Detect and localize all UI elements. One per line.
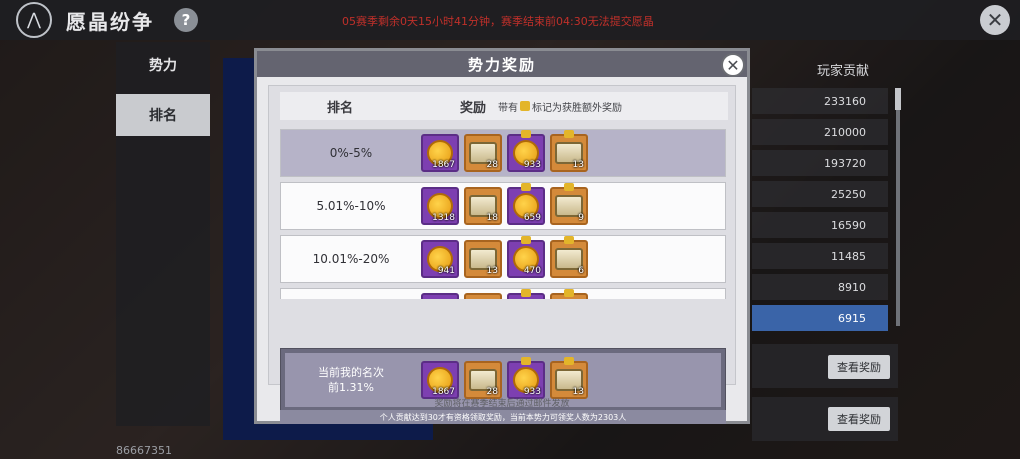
bonus-mark-icon (521, 183, 531, 191)
reward-item[interactable]: 933 (507, 357, 545, 399)
reward-item[interactable]: 941 (421, 240, 459, 278)
reward-item[interactable]: 13 (464, 240, 502, 278)
reward-row (280, 288, 726, 299)
reward-table: 排名 奖励 带有 标记为获胜额外奖励 0%-5% 1867 28 933 13 5.0… (268, 85, 736, 424)
reward-row: 10.01%-20% 941 13 470 6 (280, 235, 726, 283)
my-rank-label: 当前我的名次 前1.31% (281, 365, 421, 395)
reward-table-header: 排名 奖励 带有 标记为获胜额外奖励 (280, 92, 728, 120)
bonus-mark-icon (521, 236, 531, 244)
rank-row: 193720 (752, 150, 888, 176)
reward-item[interactable] (421, 293, 459, 299)
mail-note: 奖励将在赛季结束后通过邮件发放 (434, 399, 570, 409)
reward-item[interactable]: 9 (550, 183, 588, 225)
reward-item[interactable]: 933 (507, 130, 545, 172)
bonus-legend: 带有 标记为获胜额外奖励 (498, 99, 622, 114)
column-reward: 奖励 (460, 100, 487, 116)
side-tab-panel: 势力 排名 (116, 42, 210, 426)
page-title: 愿晶纷争 (66, 9, 154, 34)
reward-item[interactable]: 659 (507, 183, 545, 225)
rank-row-self: 6915 (752, 305, 888, 331)
tab-ranking[interactable]: 排名 (116, 94, 210, 136)
reward-item[interactable] (464, 293, 502, 299)
rank-column-header: 玩家贡献 (816, 63, 869, 79)
item-quantity: 1318 (432, 213, 455, 223)
rank-row: 233160 (752, 88, 888, 114)
rank-row: 210000 (752, 119, 888, 145)
reward-row: 5.01%-10% 1318 18 659 9 (280, 182, 726, 230)
rank-row: 25250 (752, 181, 888, 207)
reward-item[interactable]: 18 (464, 187, 502, 225)
item-quantity: 659 (523, 213, 541, 223)
tab-faction[interactable]: 势力 (116, 44, 210, 86)
bonus-mark-icon (564, 236, 574, 244)
rank-row: 16590 (752, 212, 888, 238)
bonus-mark-icon (521, 357, 531, 365)
faction-reward-dialog: 势力奖励 ✕ 排名 奖励 带有 标记为获胜额外奖励 0%-5% 1867 28 93… (254, 48, 750, 424)
rank-range: 10.01%-20% (312, 252, 390, 266)
close-icon[interactable]: ✕ (980, 5, 1010, 35)
reward-rows[interactable]: 0%-5% 1867 28 933 13 5.01%-10% 1318 18 659 9 1… (280, 129, 726, 299)
reward-item[interactable]: 1867 (421, 134, 459, 172)
reward-item[interactable] (507, 289, 545, 299)
rank-range: 0%-5% (329, 146, 373, 160)
item-quantity: 28 (486, 160, 498, 170)
player-id: 86667351 (116, 444, 172, 457)
reward-item[interactable]: 1867 (421, 361, 459, 399)
bonus-mark-icon (521, 130, 531, 138)
item-quantity: 6 (578, 266, 584, 276)
reward-item[interactable]: 1318 (421, 187, 459, 225)
item-quantity: 470 (523, 266, 541, 276)
eligibility-note: 个人贡献达到30才有资格领取奖励，当前本势力可领奖人数为2303人 (280, 410, 726, 424)
rank-scroll-thumb[interactable] (895, 88, 901, 110)
rank-scrollbar[interactable] (896, 88, 900, 326)
rank-row: 8910 (752, 274, 888, 300)
item-quantity: 9 (578, 213, 584, 223)
dialog-close-icon[interactable]: ✕ (721, 53, 745, 77)
dialog-title: 势力奖励 (257, 51, 747, 77)
reward-item[interactable]: 6 (550, 236, 588, 278)
game-logo-icon: ⋀ (16, 2, 52, 38)
column-rank: 排名 (326, 100, 353, 116)
bonus-mark-icon (564, 183, 574, 191)
rank-range: 5.01%-10% (316, 199, 386, 213)
item-quantity: 933 (523, 160, 541, 170)
reward-item[interactable]: 28 (464, 134, 502, 172)
reward-item[interactable]: 13 (550, 130, 588, 172)
help-icon[interactable]: ? (174, 8, 198, 32)
bonus-mark-icon (520, 101, 531, 111)
my-rank-caption: 当前我的名次 (318, 366, 384, 379)
view-reward-button[interactable]: 查看奖励 (828, 407, 890, 431)
item-quantity: 13 (486, 266, 498, 276)
view-reward-button[interactable]: 查看奖励 (828, 355, 890, 379)
bonus-mark-icon (564, 130, 574, 138)
bonus-mark-icon (521, 289, 531, 297)
reward-item[interactable]: 470 (507, 236, 545, 278)
item-quantity: 941 (437, 266, 455, 276)
my-rank-value: 前1.31% (328, 381, 374, 394)
bonus-mark-icon (564, 289, 574, 297)
rank-row: 11485 (752, 243, 888, 269)
rank-list: 233160 210000 193720 25250 16590 11485 8… (752, 88, 888, 336)
reward-item[interactable]: 13 (550, 357, 588, 399)
item-quantity: 13 (572, 160, 584, 170)
reward-item[interactable] (550, 289, 588, 299)
reward-row: 0%-5% 1867 28 933 13 (280, 129, 726, 177)
season-notice: 05赛季剩余0天15小时41分钟，赛季结束前04:30无法提交愿晶 (342, 15, 654, 28)
item-quantity: 18 (486, 213, 498, 223)
bonus-mark-icon (564, 357, 574, 365)
reward-item[interactable]: 28 (464, 361, 502, 399)
bonus-legend-suffix: 标记为获胜额外奖励 (532, 102, 623, 114)
item-quantity: 1867 (432, 160, 455, 170)
bonus-legend-prefix: 带有 (498, 102, 519, 114)
